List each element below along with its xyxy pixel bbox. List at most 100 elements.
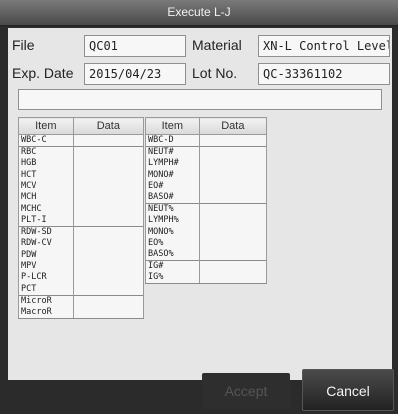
table-row: IG# (145, 260, 268, 273)
data-cell (72, 203, 145, 215)
item-cell: RDW-CV (18, 237, 74, 250)
data-cell (198, 203, 268, 216)
material-label: Material (192, 37, 242, 53)
table-row: PLT-I (18, 214, 145, 227)
table-row: LYMPH# (145, 158, 268, 170)
table-row: MCHC (18, 203, 145, 215)
item-cell: EO# (145, 180, 200, 193)
item-column-header: Item (18, 117, 74, 135)
table-row: MacroR (18, 306, 145, 319)
table-row: MONO% (145, 226, 268, 238)
item-cell: RDW-SD (18, 225, 74, 238)
table-row: MPV (18, 260, 145, 273)
table-row: RDW-SD (18, 225, 145, 238)
item-cell: EO% (145, 237, 200, 250)
data-column-header: Data (72, 117, 145, 135)
item-column-header: Item (145, 117, 200, 135)
table-row: MONO# (145, 169, 268, 181)
file-label: File (12, 37, 35, 53)
table-row: LYMPH% (145, 215, 268, 227)
table-row: WBC-C (18, 134, 145, 147)
table-row: MCV (18, 180, 145, 193)
data-cell (198, 169, 268, 181)
item-cell: MacroR (18, 306, 74, 319)
data-cell (72, 237, 145, 250)
item-cell: WBC-C (18, 134, 74, 147)
item-cell: MCHC (18, 203, 74, 215)
data-cell (198, 226, 268, 238)
data-cell (72, 306, 145, 319)
item-cell: RBC (18, 146, 74, 158)
accept-button[interactable]: Accept (202, 373, 290, 409)
table-row: NEUT% (145, 203, 268, 216)
exp-date-field[interactable]: 2015/04/23 (84, 63, 186, 85)
data-cell (198, 272, 268, 285)
item-cell: HCT (18, 169, 74, 181)
material-field[interactable]: XN-L Control Level2 (258, 35, 390, 57)
data-cell (72, 158, 145, 170)
item-cell: MCH (18, 192, 74, 204)
table-row: MCH (18, 192, 145, 204)
lot-no-label: Lot No. (192, 65, 238, 81)
item-table-1: Item Data WBC-C RBC HGB HCT MCV MCH MCHC PLT-I R… (18, 117, 145, 319)
table-row: HCT (18, 169, 145, 181)
item-cell: LYMPH# (145, 158, 200, 170)
table-row: EO# (145, 180, 268, 193)
item-cell: BASO# (145, 192, 200, 204)
item-cell: LYMPH% (145, 215, 200, 227)
data-cell (72, 214, 145, 227)
item-cell: HGB (18, 158, 74, 170)
table-row: HGB (18, 158, 145, 170)
data-cell (198, 215, 268, 227)
table-row: PCT (18, 283, 145, 296)
table-row: P-LCR (18, 272, 145, 284)
item-cell: MPV (18, 260, 74, 273)
item-cell: WBC-D (145, 134, 200, 147)
execute-lj-dialog: Execute L-J File QC01 Material XN-L Cont… (0, 0, 398, 414)
item-cell: IG% (145, 272, 200, 285)
data-cell (198, 192, 268, 204)
data-cell (72, 272, 145, 284)
dialog-panel: File QC01 Material XN-L Control Level2 E… (8, 28, 392, 380)
table-row: NEUT# (145, 146, 268, 158)
item-cell: NEUT% (145, 203, 200, 216)
item-cell: BASO% (145, 249, 200, 261)
data-cell (72, 134, 145, 147)
item-cell: NEUT# (145, 146, 200, 158)
data-cell (72, 180, 145, 193)
item-cell: PDW (18, 249, 74, 261)
table-row: PDW (18, 249, 145, 261)
item-table-2: Item Data WBC-D NEUT# LYMPH# MONO# EO# BASO# N… (145, 117, 268, 285)
data-cell (72, 169, 145, 181)
data-cell (72, 225, 145, 238)
data-cell (198, 158, 268, 170)
data-cell (198, 260, 268, 273)
table-row: BASO# (145, 192, 268, 204)
table-row: RBC (18, 146, 145, 158)
data-cell (198, 146, 268, 158)
table-row: EO% (145, 237, 268, 250)
data-cell (72, 192, 145, 204)
item-cell: MCV (18, 180, 74, 193)
data-cell (198, 134, 268, 147)
cancel-button[interactable]: Cancel (302, 369, 394, 411)
item-cell: MicroR (18, 294, 74, 307)
lot-no-field[interactable]: QC-33361102 (258, 63, 390, 85)
data-cell (72, 260, 145, 273)
table-row: RDW-CV (18, 237, 145, 250)
table-row: WBC-D (145, 134, 268, 147)
data-cell (72, 283, 145, 296)
item-cell: PCT (18, 283, 74, 296)
item-cell: PLT-I (18, 214, 74, 227)
data-column-header: Data (198, 117, 268, 135)
data-cell (72, 249, 145, 261)
item-cell: MONO# (145, 169, 200, 181)
item-cell: IG# (145, 260, 200, 273)
table-row: IG% (145, 272, 268, 285)
file-field[interactable]: QC01 (84, 35, 186, 57)
dialog-title: Execute L-J (0, 0, 398, 26)
data-cell (72, 294, 145, 307)
data-cell (72, 146, 145, 158)
exp-date-label: Exp. Date (12, 65, 74, 81)
comment-field[interactable] (18, 89, 382, 110)
